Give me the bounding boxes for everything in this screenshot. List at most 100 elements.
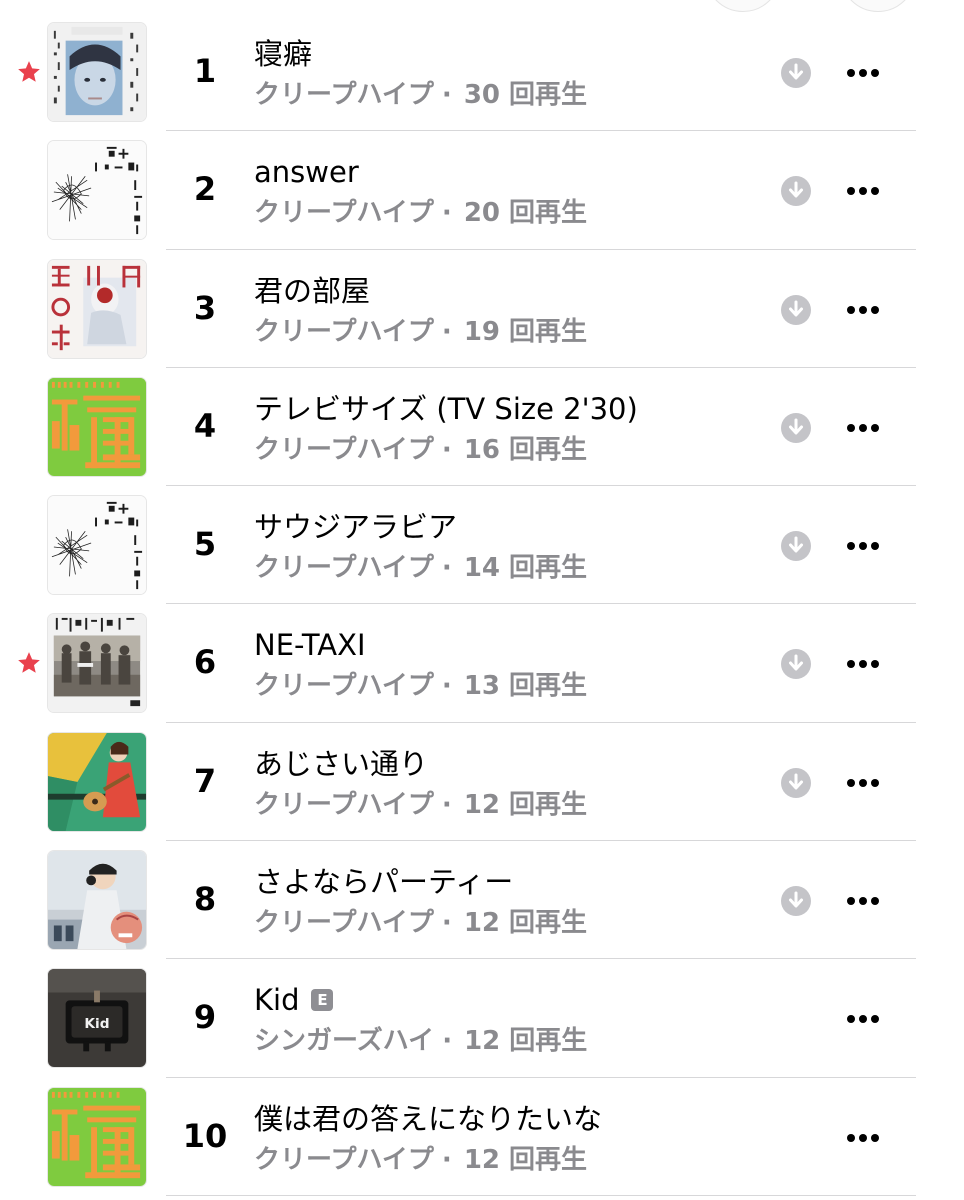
track-rank: 10 — [182, 1116, 228, 1155]
ellipsis-icon — [847, 1133, 879, 1142]
download-circle-icon[interactable] — [780, 57, 812, 89]
play-count: 20 回再生 — [463, 198, 588, 229]
artist-name: クリープハイプ — [254, 789, 434, 820]
more-options-button[interactable] — [838, 171, 888, 211]
download-circle-icon[interactable] — [780, 648, 812, 680]
track-title[interactable]: Kid — [254, 980, 299, 1020]
track-subtitle: クリープハイプ · 13 回再生 — [254, 666, 587, 706]
track-row[interactable]: 7 あじさい通りクリープハイプ · 12 回再生 — [0, 723, 964, 842]
top-circle-button-left[interactable] — [705, 0, 781, 12]
artist-name: クリープハイプ — [254, 198, 434, 229]
top-songs-list: 1 寝癖 クリープハイプ · 30 回再生 2 answer クリープハイプ · 20 回再生 — [0, 13, 964, 1196]
play-count: 12 回再生 — [463, 1144, 588, 1175]
download-circle-icon[interactable] — [780, 885, 812, 917]
album-artwork — [47, 731, 147, 832]
ellipsis-icon — [847, 1015, 879, 1024]
album-artwork-image — [48, 377, 146, 476]
album-artwork-image — [48, 141, 146, 240]
track-row[interactable]: 8 さよならパーティー クリープハイプ · 12 回再生 — [0, 841, 964, 960]
top-circle-button-right[interactable] — [840, 0, 916, 12]
track-row[interactable]: 6 NE-TAXI クリープハイプ · 13 回再生 — [0, 604, 964, 723]
artist-name: クリープハイプ — [254, 316, 434, 347]
track-title[interactable]: answer — [254, 152, 359, 192]
track-rank: 7 — [193, 761, 217, 800]
track-rank: 2 — [193, 170, 217, 209]
more-options-button[interactable] — [838, 53, 888, 93]
track-title[interactable]: NE-TAXI — [254, 625, 366, 665]
top-controls-partial — [0, 0, 964, 14]
track-title-line: さよならパーティー — [254, 861, 513, 903]
subtitle-separator: · — [441, 198, 452, 229]
track-subtitle: クリープハイプ · 30 回再生 — [254, 75, 587, 115]
track-title[interactable]: 寝癖 — [254, 34, 312, 74]
track-title[interactable]: さよならパーティー — [254, 862, 513, 902]
play-count: 12 回再生 — [463, 908, 588, 939]
track-row[interactable]: 10 僕は君の答えになりたいな クリープハイプ · 12 回再生 — [0, 1078, 964, 1196]
track-row[interactable]: 1 寝癖 クリープハイプ · 30 回再生 — [0, 13, 964, 132]
artist-name: クリープハイプ — [254, 434, 434, 465]
album-artwork-image — [48, 259, 146, 358]
download-circle-icon[interactable] — [780, 412, 812, 444]
more-options-button[interactable] — [838, 1118, 888, 1158]
track-subtitle: クリープハイプ · 12 回再生 — [254, 1140, 587, 1180]
track-rank: 9 — [193, 998, 217, 1037]
track-subtitle: クリープハイプ · 12 回再生 — [254, 785, 587, 825]
track-title[interactable]: あじさい通り — [254, 744, 428, 784]
track-title-line: サウジアラビア — [254, 506, 457, 548]
track-title[interactable]: 僕は君の答えになりたいな — [254, 1099, 602, 1139]
track-subtitle: クリープハイプ · 12 回再生 — [254, 903, 587, 943]
track-row[interactable]: 4 テレビサイズ (TV Size 2'30) クリープハイプ · 16 回再生 — [0, 368, 964, 487]
artist-name: クリープハイプ — [254, 671, 434, 702]
more-options-button[interactable] — [838, 290, 888, 330]
album-artwork-image — [48, 1087, 146, 1186]
track-row[interactable]: Kid 9 Kid E シンガーズハイ · 12 回再生 — [0, 959, 964, 1078]
artist-name: クリープハイプ — [254, 80, 434, 110]
more-options-button[interactable] — [838, 763, 888, 803]
album-artwork-image — [48, 732, 146, 831]
album-artwork-image: Kid — [48, 969, 146, 1068]
album-artwork — [47, 850, 147, 951]
more-options-button[interactable] — [838, 526, 888, 566]
track-title-line: 君の部屋 — [254, 270, 370, 312]
subtitle-separator: · — [441, 671, 452, 702]
subtitle-separator: · — [441, 80, 452, 110]
subtitle-separator: · — [441, 908, 452, 939]
track-rank: 4 — [193, 406, 217, 445]
album-artwork: Kid — [47, 968, 147, 1069]
album-artwork — [47, 140, 147, 241]
download-circle-icon[interactable] — [780, 175, 812, 207]
favorite-star-icon — [16, 650, 42, 676]
track-title-line: あじさい通り — [254, 743, 428, 785]
play-count: 14 回再生 — [463, 553, 588, 584]
more-options-button[interactable] — [838, 644, 888, 684]
album-artwork — [47, 495, 147, 596]
download-circle-icon[interactable] — [780, 767, 812, 799]
track-row[interactable]: 3 君の部屋 クリープハイプ · 19 回再生 — [0, 250, 964, 368]
track-subtitle: クリープハイプ · 14 回再生 — [254, 548, 587, 588]
more-options-button[interactable] — [838, 999, 888, 1039]
play-count: 12 回再生 — [464, 1026, 588, 1057]
track-title-line: Kid E — [254, 979, 334, 1021]
artist-name: シンガーズハイ — [254, 1026, 435, 1057]
track-title-line: answer — [254, 151, 359, 193]
subtitle-separator: · — [441, 789, 452, 820]
more-options-button[interactable] — [838, 408, 888, 448]
album-artwork-image — [48, 23, 146, 121]
album-artwork-image — [48, 851, 146, 950]
track-title[interactable]: 君の部屋 — [254, 271, 370, 311]
more-options-button[interactable] — [838, 881, 888, 921]
play-count: 12 回再生 — [463, 789, 588, 820]
play-count: 13 回再生 — [463, 671, 588, 702]
ellipsis-icon — [847, 187, 879, 196]
ellipsis-icon — [847, 542, 879, 551]
download-circle-icon[interactable] — [780, 530, 812, 562]
track-title[interactable]: サウジアラビア — [254, 507, 457, 547]
track-row[interactable]: 5 サウジアラビア クリープハイプ · 14 回再生 — [0, 486, 964, 605]
track-title[interactable]: テレビサイズ (TV Size 2'30) — [254, 389, 638, 429]
album-artwork — [47, 376, 147, 477]
track-row[interactable]: 2 answer クリープハイプ · 20 回再生 — [0, 131, 964, 250]
ellipsis-icon — [847, 660, 879, 669]
download-circle-icon[interactable] — [780, 294, 812, 326]
favorite-star-icon — [16, 59, 42, 85]
row-divider — [166, 1194, 916, 1196]
